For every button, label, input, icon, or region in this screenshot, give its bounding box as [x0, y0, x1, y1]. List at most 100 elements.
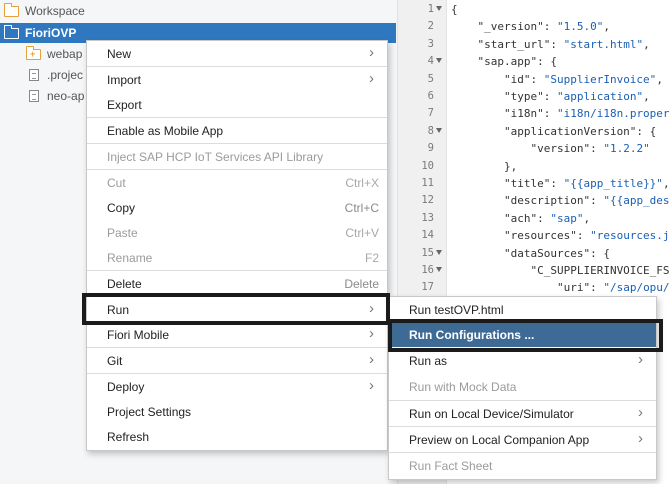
- code-text: "ach": "sap",: [451, 211, 591, 225]
- tree-item-label: Workspace: [25, 4, 85, 18]
- line-number: 8: [427, 124, 434, 137]
- code-line: 16 "C_SUPPLIERINVOICE_FS: [398, 262, 670, 279]
- line-number: 4: [427, 55, 434, 68]
- menu-item-run[interactable]: Run: [87, 297, 387, 322]
- tree-item-label: neo-ap: [47, 89, 85, 103]
- chevron-right-icon: [638, 351, 645, 368]
- submenu-item-local-device[interactable]: Run on Local Device/Simulator: [389, 401, 656, 426]
- code-text: "sap.app": {: [451, 55, 557, 69]
- folder-icon: [4, 24, 19, 39]
- code-text: "id": "SupplierInvoice",: [451, 72, 663, 86]
- code-line: 13 "ach": "sap",: [398, 210, 670, 227]
- fold-toggle-icon[interactable]: [436, 249, 442, 255]
- line-number: 12: [421, 194, 434, 207]
- submenu-item-run-as[interactable]: Run as: [389, 348, 656, 373]
- menu-item-import[interactable]: Import: [87, 67, 387, 92]
- chevron-right-icon: [369, 300, 376, 317]
- menu-item-export[interactable]: Export: [87, 92, 387, 117]
- code-line: 5 "id": "SupplierInvoice",: [398, 71, 670, 88]
- line-number: 7: [427, 107, 434, 120]
- menu-item-copy[interactable]: Copy Ctrl+C: [87, 195, 387, 220]
- line-number: 1: [427, 3, 434, 15]
- run-submenu: Run testOVP.html Run Configurations ... …: [388, 296, 657, 480]
- code-line: 14 "resources": "resources.j: [398, 227, 670, 244]
- line-number: 5: [427, 72, 434, 85]
- menu-item-new[interactable]: New: [87, 41, 387, 66]
- code-text: "description": "{{app_des: [451, 194, 670, 208]
- menu-item-fiori-mobile[interactable]: Fiori Mobile: [87, 322, 387, 347]
- file-icon: [29, 69, 39, 81]
- tree-item-label: FioriOVP: [25, 26, 77, 40]
- menu-item-delete[interactable]: Delete Delete: [87, 271, 387, 296]
- code-text: "_version": "1.5.0",: [451, 20, 610, 34]
- fold-toggle-icon[interactable]: [436, 6, 442, 11]
- code-line: 3 "start_url": "start.html",: [398, 36, 670, 53]
- line-number: 3: [427, 37, 434, 50]
- code-text: "start_url": "start.html",: [451, 37, 650, 51]
- code-text: "type": "application",: [451, 90, 650, 103]
- code-text: "version": "1.2.2": [451, 142, 650, 156]
- code-line: 6 "type": "application",: [398, 88, 670, 105]
- code-line: 12 "description": "{{app_des: [398, 192, 670, 209]
- code-text: },: [451, 159, 518, 173]
- menu-item-project-settings[interactable]: Project Settings: [87, 399, 387, 424]
- submenu-item-mock-data[interactable]: Run with Mock Data: [389, 374, 656, 399]
- tree-item-label: .projec: [47, 68, 84, 82]
- submenu-item-fact-sheet[interactable]: Run Fact Sheet: [389, 453, 656, 478]
- line-number: 9: [427, 142, 434, 155]
- code-text: "applicationVersion": {: [451, 124, 657, 138]
- code-text: "C_SUPPLIERINVOICE_FS: [451, 264, 670, 277]
- line-number: 17: [421, 281, 434, 294]
- code-line: 1{: [398, 1, 670, 18]
- code-text: "i18n": "i18n/i18n.proper: [451, 107, 670, 121]
- chevron-right-icon: [638, 404, 645, 421]
- fold-toggle-icon[interactable]: [436, 267, 442, 272]
- code-text: "uri": "/sap/opu/: [451, 281, 670, 295]
- line-number: 14: [421, 229, 434, 242]
- code-text: "dataSources": {: [451, 246, 610, 260]
- menu-item-refresh[interactable]: Refresh: [87, 424, 387, 449]
- tree-item-webapp[interactable]: + webap: [26, 44, 82, 64]
- submenu-item-companion-app[interactable]: Preview on Local Companion App: [389, 427, 656, 452]
- code-text: "resources": "resources.j: [451, 229, 670, 243]
- line-number: 11: [421, 177, 434, 189]
- menu-item-cut[interactable]: Cut Ctrl+X: [87, 170, 387, 195]
- tree-item-project[interactable]: .projec: [29, 65, 83, 85]
- menu-item-deploy[interactable]: Deploy: [87, 374, 387, 399]
- menu-item-enable-mobile[interactable]: Enable as Mobile App: [87, 118, 387, 143]
- chevron-right-icon: [369, 351, 376, 368]
- fold-toggle-icon[interactable]: [436, 58, 442, 64]
- line-number: 2: [427, 20, 434, 33]
- chevron-right-icon: [369, 70, 376, 87]
- chevron-right-icon: [369, 44, 376, 61]
- submenu-item-run-configurations[interactable]: Run Configurations ...: [389, 322, 656, 347]
- code-line: 10 },: [398, 158, 670, 175]
- tree-item-neo-app[interactable]: neo-ap: [29, 86, 84, 106]
- code-line: 4 "sap.app": {: [398, 53, 670, 70]
- line-number: 15: [421, 246, 434, 259]
- menu-item-paste[interactable]: Paste Ctrl+V: [87, 220, 387, 245]
- code-line: 15 "dataSources": {: [398, 245, 670, 262]
- folder-icon: [4, 2, 19, 17]
- code-line: 2 "_version": "1.5.0",: [398, 18, 670, 35]
- menu-item-rename[interactable]: Rename F2: [87, 245, 387, 270]
- code-text: {: [451, 3, 458, 16]
- line-number: 6: [427, 90, 434, 102]
- line-number: 16: [421, 264, 434, 276]
- code-line: 11 "title": "{{app_title}}",: [398, 175, 670, 192]
- chevron-right-icon: [638, 430, 645, 447]
- code-line: 8 "applicationVersion": {: [398, 123, 670, 140]
- tree-item-workspace[interactable]: Workspace: [0, 1, 85, 21]
- folder-plus-icon: +: [26, 45, 41, 60]
- fold-toggle-icon[interactable]: [436, 127, 442, 133]
- menu-item-inject-iot[interactable]: Inject SAP HCP IoT Services API Library: [87, 144, 387, 169]
- submenu-item-run-testovp[interactable]: Run testOVP.html: [389, 297, 656, 322]
- code-line: 17 "uri": "/sap/opu/: [398, 279, 670, 296]
- line-number: 13: [421, 211, 434, 224]
- code-line: 9 "version": "1.2.2": [398, 140, 670, 157]
- code-line: 7 "i18n": "i18n/i18n.proper: [398, 105, 670, 122]
- tree-item-label: webap: [47, 47, 83, 61]
- code-text: "title": "{{app_title}}",: [451, 177, 670, 190]
- menu-item-git[interactable]: Git: [87, 348, 387, 373]
- chevron-right-icon: [369, 377, 376, 394]
